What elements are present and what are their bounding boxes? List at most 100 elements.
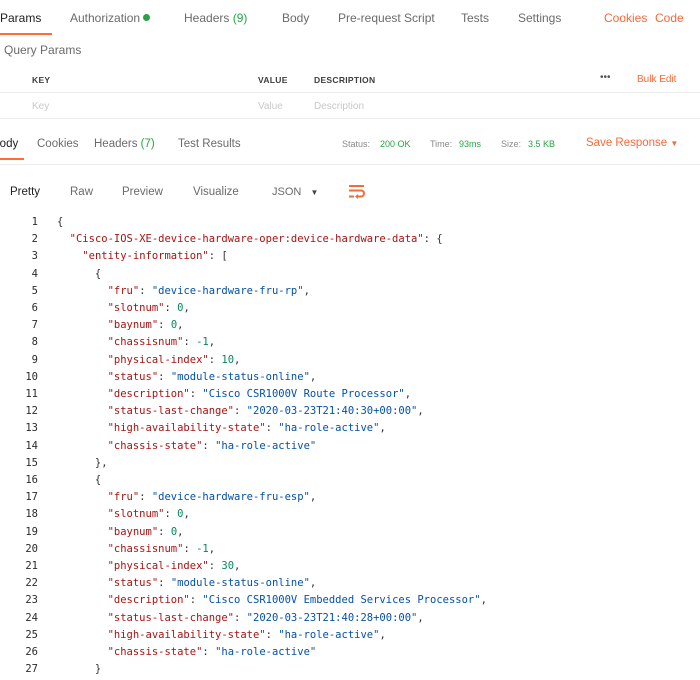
code-token: }, — [57, 456, 108, 469]
code-token: : — [234, 405, 247, 418]
code-token: : — [234, 611, 247, 624]
size-value[interactable]: 3.5 KB — [528, 139, 555, 149]
tab-headers[interactable]: Headers (9) — [184, 11, 247, 25]
code-text: "baynum": 0, — [57, 317, 184, 334]
line-number: 1 — [31, 216, 38, 228]
line-number: 12 — [25, 405, 38, 418]
code-token: "2020-03-23T21:40:30+00:00" — [246, 405, 418, 418]
code-token: : — [164, 302, 178, 314]
code-token: , — [183, 302, 190, 314]
language-chevron-icon: ▼ — [310, 188, 319, 197]
code-token: "chassisnum" — [107, 336, 184, 349]
line-number: 10 — [25, 370, 38, 383]
code-token: , — [379, 628, 386, 641]
code-token: "description" — [107, 594, 190, 607]
status-value[interactable]: 200 OK — [380, 139, 411, 149]
code-token: "high-availability-state" — [107, 628, 266, 641]
save-response-button[interactable]: Save Response ▼ — [586, 137, 678, 149]
code-text: "high-availability-state": "ha-role-acti… — [57, 627, 386, 644]
code-text: "fru": "device-hardware-fru-rp", — [57, 283, 310, 300]
format-preview-button[interactable]: Preview — [122, 186, 163, 198]
code-token: , — [208, 336, 216, 349]
code-text: "baynum": 0, — [57, 524, 184, 541]
more-options-icon[interactable]: ••• — [600, 72, 611, 83]
line-number: 13 — [25, 422, 38, 435]
code-token: "module-status-online" — [170, 577, 310, 590]
code-token: { — [57, 216, 64, 228]
code-token: , — [480, 594, 487, 607]
line-number: 2 — [31, 233, 38, 246]
param-key-input[interactable]: Key — [32, 101, 49, 112]
code-token: 30 — [221, 560, 235, 572]
time-value[interactable]: 93ms — [459, 139, 481, 149]
save-response-chevron-icon: ▼ — [670, 139, 679, 148]
code-token: : — [189, 594, 203, 607]
tab-authorization-label: Authorization — [70, 11, 141, 25]
format-pretty-button[interactable]: Pretty — [10, 186, 40, 198]
params-bottom-divider — [0, 118, 700, 119]
bulk-edit-link[interactable]: Bulk Edit — [637, 74, 676, 85]
line-number: 24 — [25, 611, 38, 624]
line-number: 22 — [25, 577, 38, 590]
code-token: : — [265, 422, 279, 435]
tab-authorization[interactable]: Authorization — [70, 11, 151, 25]
code-token: "description" — [107, 388, 190, 400]
code-token: : — [183, 542, 197, 555]
code-token: , — [309, 491, 317, 504]
format-visualize-button[interactable]: Visualize — [193, 186, 239, 198]
status-label: Status: — [342, 139, 371, 149]
response-tab-cookies[interactable]: Cookies — [37, 138, 79, 150]
line-number: 20 — [25, 542, 38, 555]
code-token: , — [309, 370, 317, 383]
column-key-header: KEY — [32, 75, 51, 85]
response-tab-headers[interactable]: Headers (7) — [94, 138, 155, 150]
line-number: 5 — [31, 284, 38, 297]
code-text: "Cisco-IOS-XE-device-hardware-oper:devic… — [57, 231, 443, 248]
tab-tests[interactable]: Tests — [461, 11, 489, 25]
code-text: } — [57, 661, 101, 678]
code-token: "device-hardware-fru-esp" — [151, 491, 310, 504]
wrap-lines-icon[interactable] — [348, 183, 366, 199]
response-active-tab-indicator — [0, 158, 24, 160]
language-select[interactable]: JSON ▼ — [272, 186, 318, 198]
tab-settings[interactable]: Settings — [518, 11, 561, 25]
code-token: { — [57, 267, 102, 280]
response-tab-body[interactable]: Body — [0, 138, 18, 150]
line-number: 19 — [25, 525, 38, 538]
code-token: , — [177, 525, 184, 538]
line-number: 26 — [25, 646, 38, 658]
code-token: , — [177, 319, 184, 332]
tab-body[interactable]: Body — [282, 11, 309, 25]
code-token: , — [417, 405, 424, 418]
code-text: { — [57, 266, 101, 283]
code-token: "chassisnum" — [107, 542, 184, 555]
code-token: "ha-role-active" — [215, 439, 317, 452]
code-token: "fru" — [107, 491, 140, 504]
code-token: "ha-role-active" — [215, 646, 317, 658]
code-token: , — [404, 388, 412, 400]
cookies-link[interactable]: Cookies — [604, 11, 647, 25]
response-headers-count: (7) — [140, 138, 155, 150]
tab-pre-request-script[interactable]: Pre-request Script — [338, 11, 435, 25]
code-token: "entity-information" — [82, 250, 209, 263]
code-token: "high-availability-state" — [107, 422, 266, 435]
code-token: , — [234, 353, 241, 366]
format-raw-button[interactable]: Raw — [70, 186, 93, 198]
code-text: "fru": "device-hardware-fru-esp", — [57, 489, 317, 506]
response-tab-test-results[interactable]: Test Results — [178, 138, 241, 150]
code-text: "status": "module-status-online", — [57, 575, 317, 592]
code-text: "high-availability-state": "ha-role-acti… — [57, 420, 386, 437]
tab-params[interactable]: Params — [0, 11, 41, 25]
code-token: "status" — [107, 370, 159, 383]
param-value-input[interactable]: Value — [258, 101, 283, 112]
code-token: "2020-03-23T21:40:28+00:00" — [246, 611, 418, 624]
code-text: "status": "module-status-online", — [57, 369, 317, 386]
param-description-input[interactable]: Description — [314, 101, 364, 112]
code-link[interactable]: Code — [655, 11, 684, 25]
